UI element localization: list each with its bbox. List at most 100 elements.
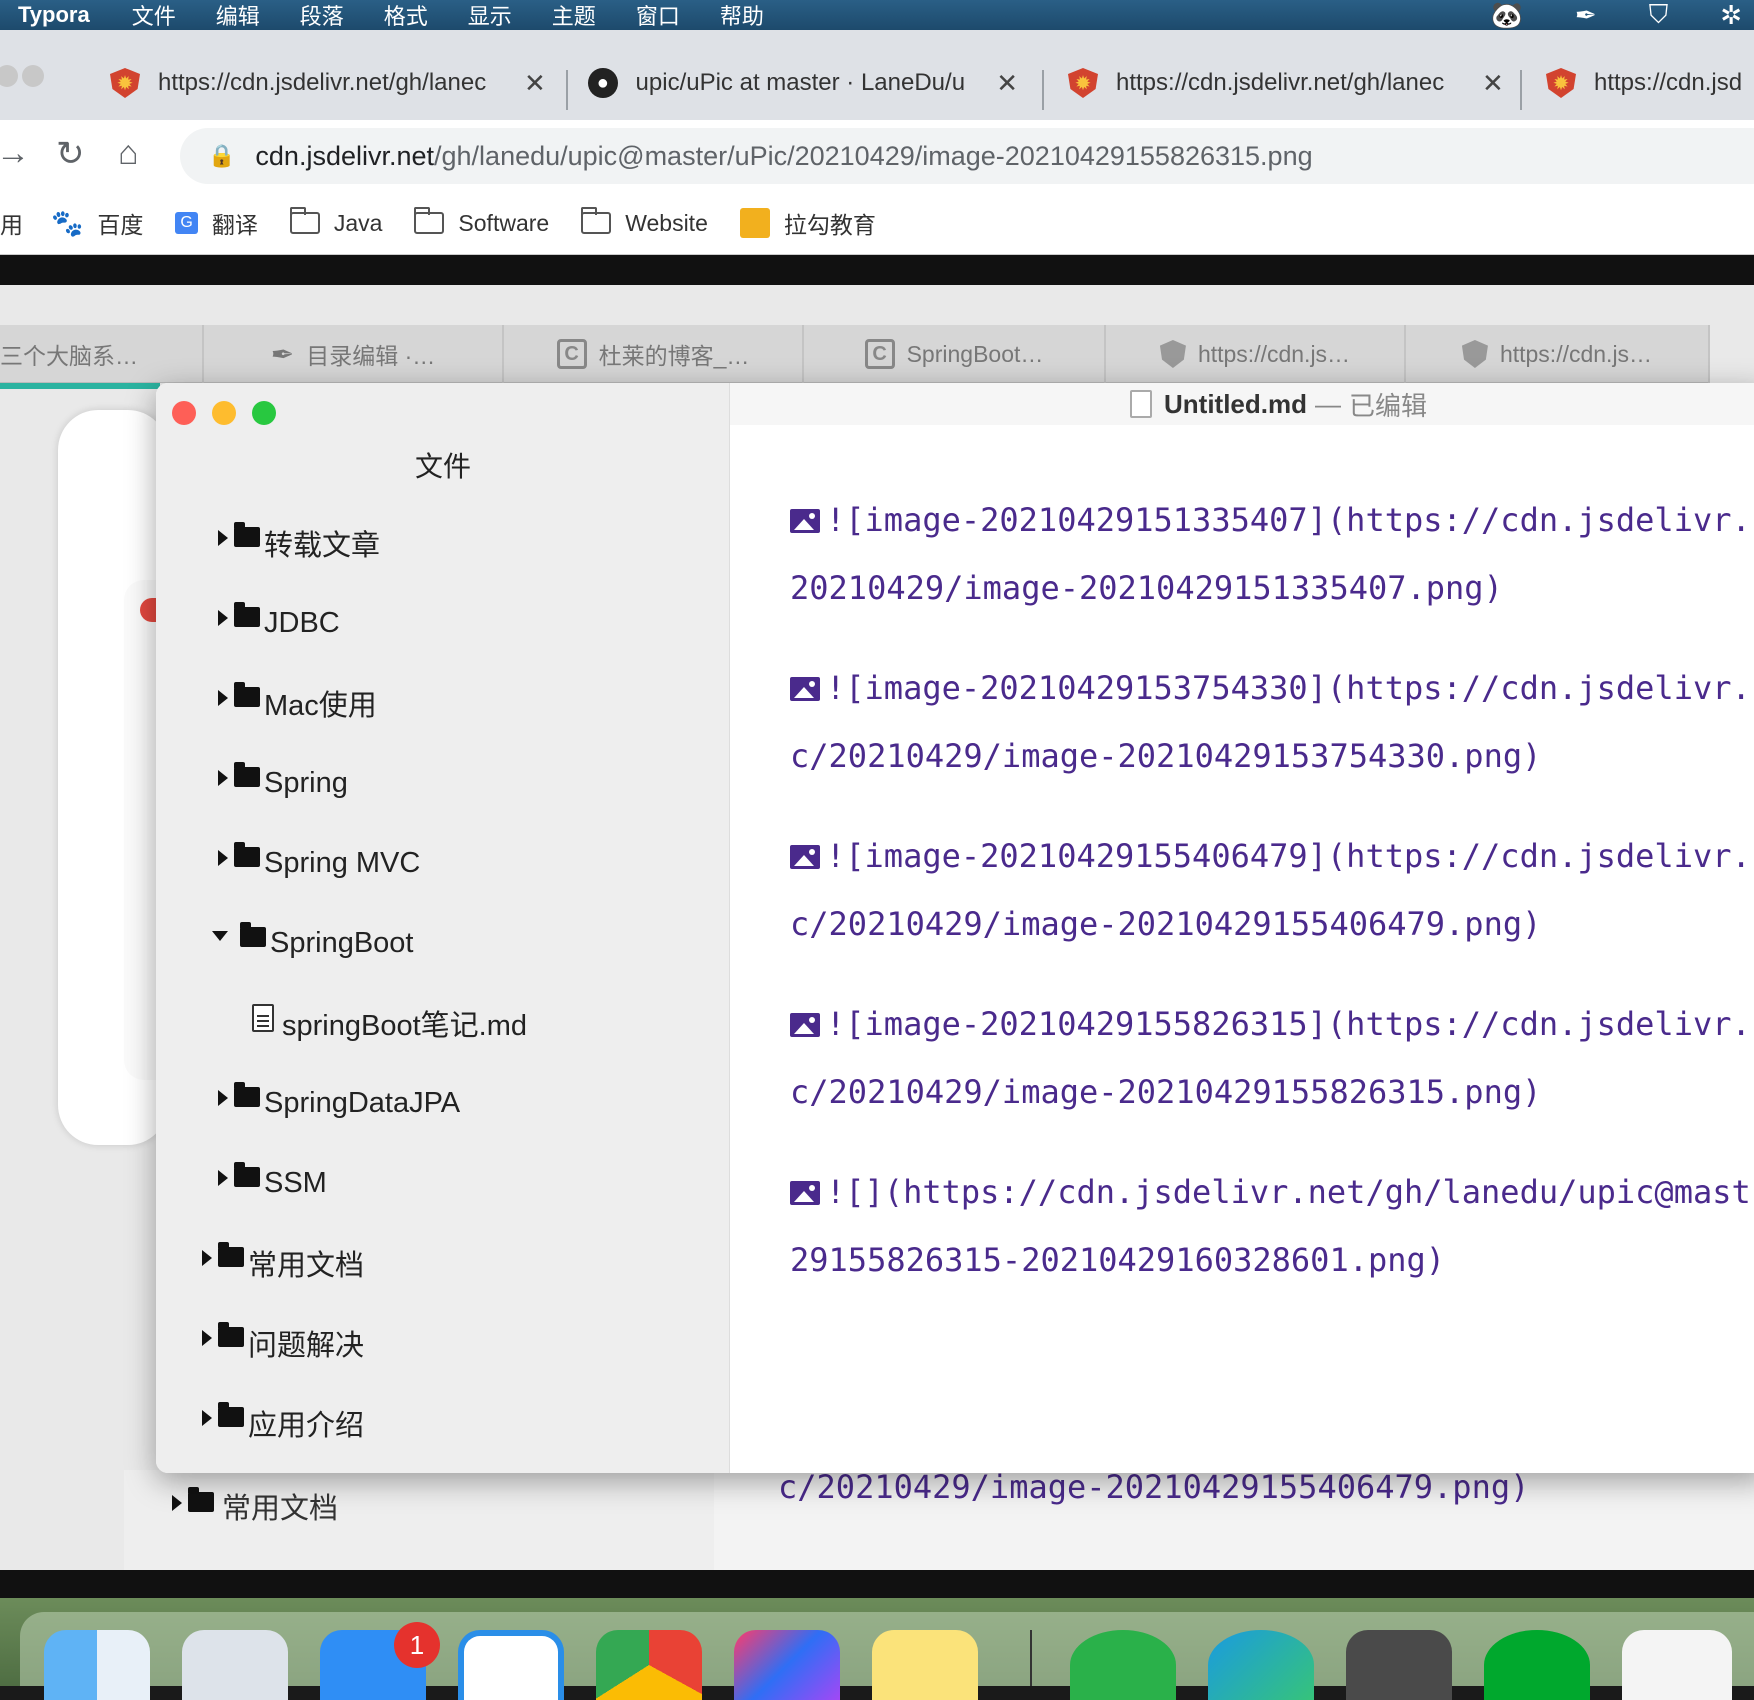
bookmark-folder-java[interactable]: Java [289,207,383,237]
menu-window[interactable]: 窗口 [636,0,680,31]
tab-title: https://cdn.js… [1499,340,1653,367]
tree-folder-mac[interactable]: Mac使用 [218,682,377,723]
bookmark-folder-software[interactable]: Software [414,207,549,237]
safari-icon[interactable] [458,1630,564,1700]
folder-icon [234,602,260,627]
markdown-line[interactable]: c/20210429/image-20210429153754330.png) [790,737,1541,775]
menu-paragraph[interactable]: 段落 [300,0,344,31]
launchpad-icon[interactable] [182,1630,288,1700]
markdown-line[interactable]: ![](https://cdn.jsdelivr.net/gh/lanedu/u… [790,1173,1751,1211]
finder-icon[interactable] [44,1630,150,1700]
chrome-tab-1[interactable]: ✹ https://cdn.jsdelivr.net/gh/lanec ✕ [110,50,550,116]
bg-tab-4[interactable]: C SpringBoot… [804,325,1106,383]
tree-folder-springdatajpa[interactable]: SpringDataJPA [218,1082,460,1123]
forward-icon[interactable]: → [0,134,30,173]
panda-icon[interactable]: 🐼 [1491,0,1523,31]
menu-format[interactable]: 格式 [384,0,428,31]
markdown-line[interactable]: ![image-20210429151335407](https://cdn.j… [790,501,1751,539]
disclosure-triangle-icon[interactable] [218,770,228,786]
tree-folder-spring[interactable]: Spring [218,762,348,803]
image-icon[interactable] [790,1181,820,1205]
typora-icon[interactable] [1622,1630,1732,1700]
disclosure-triangle-icon[interactable] [202,1330,212,1346]
markdown-line[interactable]: c/20210429/image-20210429155826315.png) [790,1073,1541,1111]
reload-icon[interactable]: ↻ [56,134,85,174]
markdown-line[interactable]: c/20210429/image-20210429155406479.png) [790,905,1541,943]
bookmark-baidu[interactable]: 🐾 百度 [51,206,143,240]
bg-tab-1[interactable]: 三个大脑系… [0,325,204,383]
bookmark-folder-website[interactable]: Website [581,207,708,237]
bg-tab-2[interactable]: ✒ 目录编辑 ·… [204,325,504,383]
tree-folder-ssm[interactable]: SSM [218,1162,327,1203]
edge-icon[interactable] [1208,1630,1314,1700]
menu-edit[interactable]: 编辑 [216,0,260,31]
folder-icon [234,522,260,547]
markdown-editor[interactable]: Untitled.md — 已编辑 ![image-20210429151335… [730,383,1754,1473]
butterfly-icon[interactable]: ✲ [1720,0,1742,31]
broken-image-icon[interactable] [790,509,820,533]
markdown-line[interactable]: ![image-20210429155406479](https://cdn.j… [790,837,1751,875]
tree-folder-应用介绍[interactable]: 应用介绍 [202,1402,364,1443]
menu-file[interactable]: 文件 [132,0,176,31]
bg-tab-6[interactable]: https://cdn.js… [1406,325,1710,383]
feather-icon[interactable]: ✒ [1575,0,1597,31]
intellij-icon[interactable] [734,1630,840,1700]
chrome-tab-3[interactable]: ✹ https://cdn.jsdelivr.net/gh/lanec ✕ [1068,50,1508,116]
wechat-icon[interactable] [1070,1630,1176,1700]
zoom-button[interactable] [252,401,276,425]
close-icon[interactable]: ✕ [524,68,546,99]
tree-folder-转载文章[interactable]: 转载文章 [218,522,380,563]
disclosure-triangle-icon[interactable] [202,1410,212,1426]
tree-file-springboot-notes[interactable]: springBoot笔记.md [252,1003,527,1043]
broken-image-icon[interactable] [790,845,820,869]
menu-view[interactable]: 显示 [468,0,512,31]
home-icon[interactable]: ⌂ [118,134,139,173]
disclosure-triangle-icon[interactable] [218,610,228,626]
close-icon[interactable]: ✕ [996,68,1018,99]
tree-folder-spring-mvc[interactable]: Spring MVC [218,842,420,883]
tree-folder-jdbc[interactable]: JDBC [218,602,340,643]
close-icon[interactable]: ✕ [1482,68,1504,99]
menu-theme[interactable]: 主题 [552,0,596,31]
markdown-text: ![](https://cdn.jsdelivr.net/gh/lanedu/u… [826,1173,1751,1211]
notes-icon[interactable] [872,1630,978,1700]
broken-image-icon[interactable] [790,1013,820,1037]
disclosure-triangle-icon[interactable] [218,850,228,866]
disclosure-triangle-icon[interactable] [218,1090,228,1106]
chrome-icon[interactable] [596,1630,702,1700]
mysql-workbench-icon[interactable] [1346,1630,1452,1700]
chrome-tab-2[interactable]: ● upic/uPic at master · LaneDu/u ✕ [588,50,1018,116]
markdown-line[interactable]: 29155826315-20210429160328601.png) [790,1241,1445,1279]
disclosure-triangle-down-icon[interactable] [212,931,228,941]
tree-folder-springboot[interactable]: SpringBoot [212,922,414,963]
close-button[interactable] [172,401,196,425]
disclosure-triangle-icon[interactable] [218,690,228,706]
bookmark-apps[interactable]: 用 [0,206,23,240]
markdown-line[interactable]: ![image-20210429153754330](https://cdn.j… [790,669,1751,707]
evernote-icon[interactable] [1484,1630,1590,1700]
markdown-line[interactable]: ![image-20210429155826315](https://cdn.j… [790,1005,1751,1043]
chrome-tab-4[interactable]: ✹ https://cdn.jsd [1546,50,1754,116]
menu-help[interactable]: 帮助 [720,0,764,31]
disclosure-triangle-icon[interactable] [202,1250,212,1266]
disclosure-triangle-icon[interactable] [218,1170,228,1186]
shield-status-icon[interactable]: ⛉ [1649,0,1669,31]
bg-tab-3[interactable]: C 杜莱的博客_… [504,325,804,383]
disclosure-triangle-icon[interactable] [218,530,228,546]
bookmark-lagou[interactable]: 拉勾教育 [739,206,876,240]
broken-image-icon[interactable] [790,677,820,701]
tab-title: 三个大脑系… [0,343,138,369]
tree-folder-问题解决[interactable]: 问题解决 [202,1322,364,1363]
address-bar[interactable]: 🔒 cdn.jsdelivr.net /gh/lanedu/upic@maste… [180,128,1754,184]
markdown-line[interactable]: 20210429/image-20210429151335407.png) [790,569,1503,607]
minimize-button[interactable] [212,401,236,425]
bookmark-label: Java [333,209,383,236]
window-control-icon[interactable] [22,65,44,87]
bg-tab-5[interactable]: https://cdn.js… [1106,325,1406,383]
tree-folder-常用文档[interactable]: 常用文档 [202,1242,364,1283]
window-control-icon[interactable] [0,65,18,87]
lock-icon[interactable]: 🔒 [208,143,235,169]
folder-icon [234,762,260,787]
bookmark-translate[interactable]: G 翻译 [175,206,258,240]
menu-app-name[interactable]: Typora [18,2,90,28]
